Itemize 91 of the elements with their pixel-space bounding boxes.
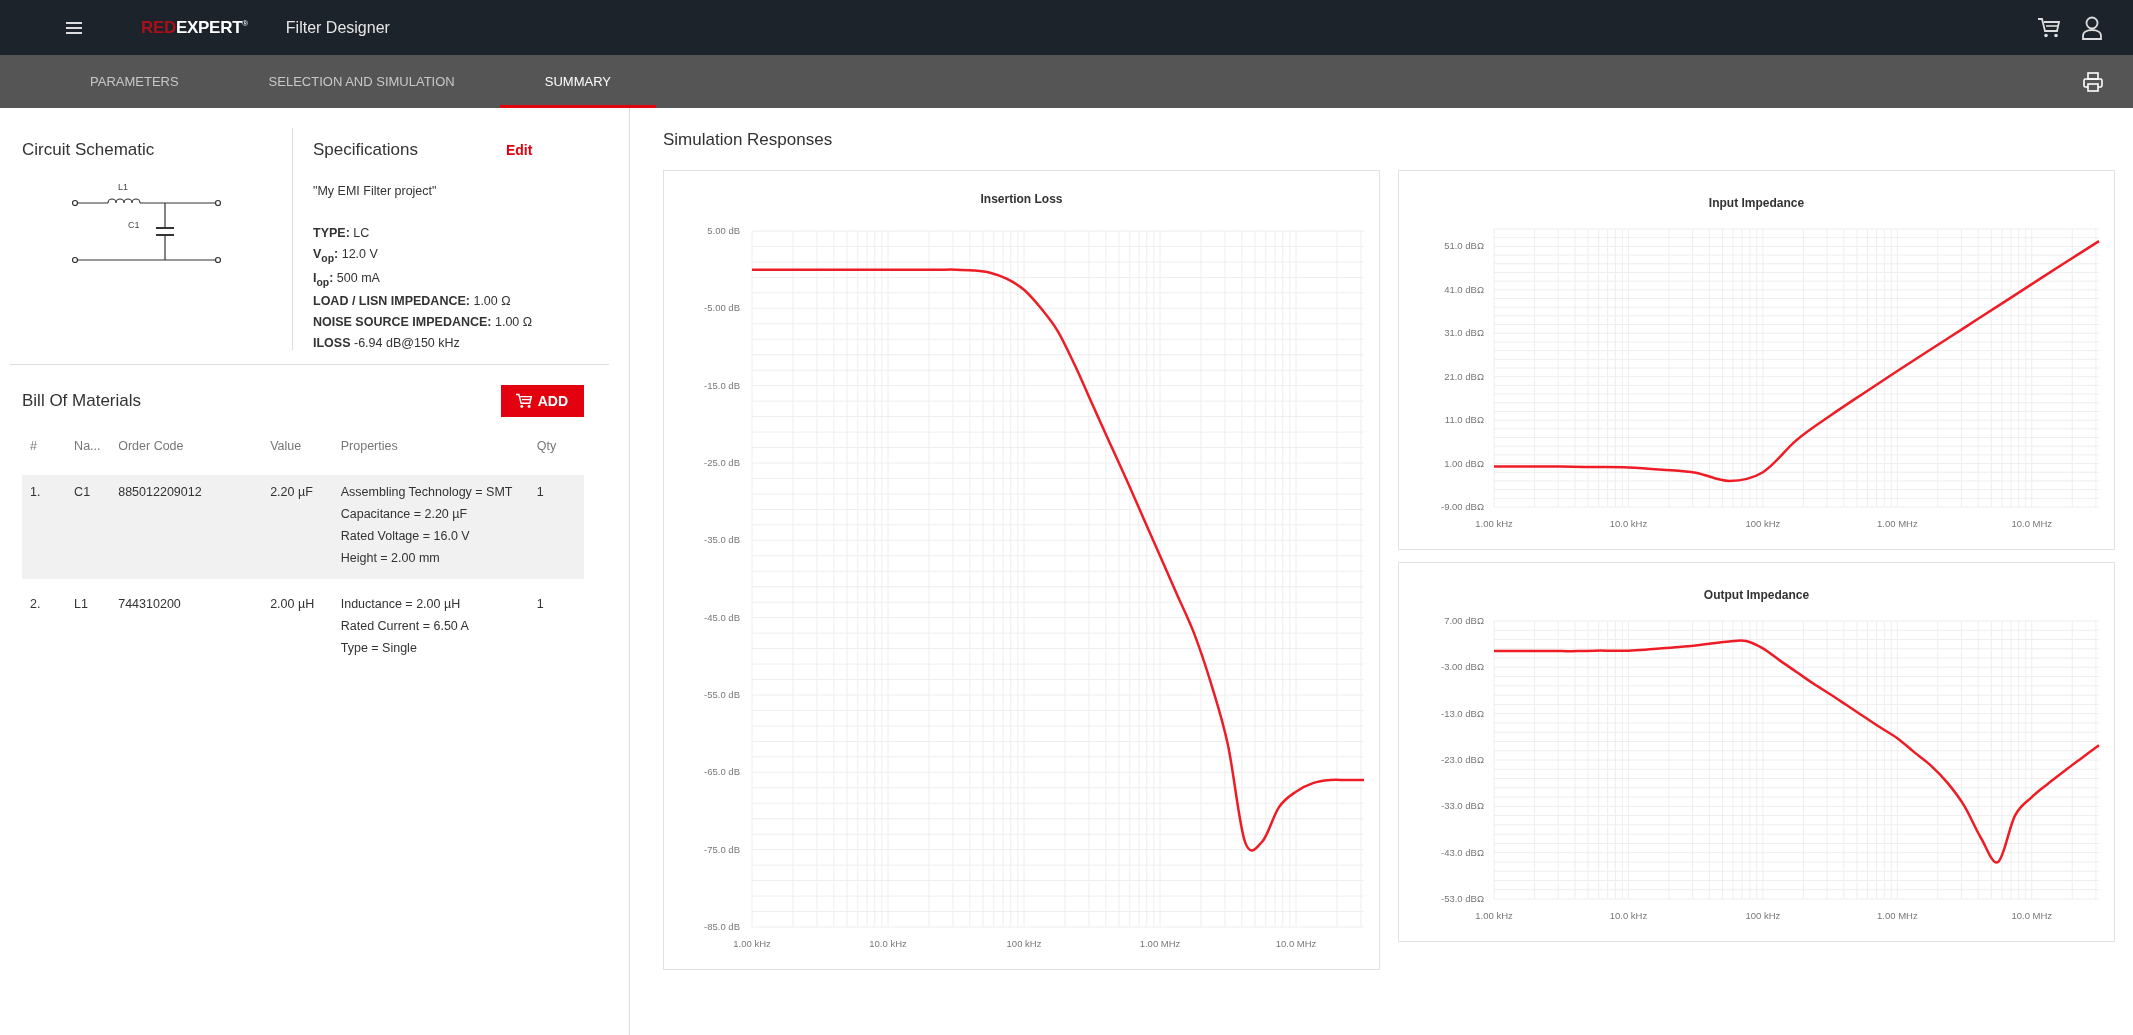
column-header: Properties	[340, 439, 399, 453]
tick-label: 7.00 dBΩ	[1444, 615, 1484, 626]
tick-label: 11.0 dBΩ	[1444, 414, 1484, 426]
chart-title: Output Impedance	[1703, 588, 1810, 602]
tick-label: 5.00 dB	[707, 225, 740, 236]
spec-line: LOAD / LISN IMPEDANCE: 1.00 Ω	[313, 294, 512, 308]
tick-label: -15.0 dB	[704, 379, 740, 391]
table-cell-text: 1	[536, 597, 545, 613]
tab[interactable]: PARAMETERS	[45, 55, 224, 108]
user-icon[interactable]	[2081, 15, 2103, 40]
logo: REDEXPERT$^{®}$	[141, 17, 248, 38]
tick-label: 100 kHz	[1006, 938, 1042, 949]
tick-label: -55.0 dB	[704, 689, 740, 700]
tick-label: -33.0 dBΩ	[1441, 800, 1484, 812]
tick-label: 10.0 kHz	[1609, 518, 1648, 529]
tick-label: 10.0 MHz	[2011, 518, 2053, 529]
tick-label: 31.0 dBΩ	[1444, 327, 1484, 339]
spec-line: TYPE: LC	[313, 226, 371, 240]
component-label: L1	[118, 182, 128, 192]
tick-label: -65.0 dB	[704, 766, 740, 778]
table-cell-text: 2.	[30, 597, 42, 613]
tick-label: -9.00 dBΩ	[1441, 501, 1484, 512]
section-title: Bill Of Materials	[22, 391, 142, 411]
tick-label: -85.0 dB	[704, 921, 740, 932]
component-label: C1	[128, 220, 140, 230]
tick-label: -13.0 dBΩ	[1441, 707, 1484, 719]
tick-label: -53.0 dBΩ	[1441, 893, 1484, 904]
tick-label: 100 kHz	[1745, 518, 1781, 529]
tick-label: -75.0 dB	[704, 843, 740, 855]
spec-line: I$_{op}$: 500 mA	[313, 270, 381, 287]
section-title: Circuit Schematic	[22, 140, 156, 160]
tick-label: -43.0 dBΩ	[1441, 846, 1484, 858]
tick-label: 1.00 MHz	[1877, 910, 1918, 921]
tick-label: 10.0 MHz	[1275, 938, 1317, 949]
property-line: Rated Voltage = 16.0 V	[340, 529, 471, 543]
property-line: Inductance = 2.00 µH	[340, 597, 462, 611]
tick-label: 1.00 MHz	[1139, 938, 1181, 949]
tick-label: 1.00 dBΩ	[1444, 457, 1484, 469]
tick-label: 100 kHz	[1745, 910, 1781, 921]
chart-title: Insertion Loss	[980, 192, 1063, 206]
project-name: "My EMI Filter project"	[313, 184, 438, 198]
column-header: #	[30, 439, 38, 453]
column-header: Order Code	[118, 439, 185, 453]
table-cell-text: 1	[536, 485, 545, 501]
cart-icon[interactable]	[2037, 16, 2061, 39]
tick-label: 10.0 kHz	[869, 938, 907, 949]
tick-label: 10.0 MHz	[2011, 910, 2053, 921]
app-title: Filter Designer	[285, 18, 390, 37]
table-cell-text: C1	[74, 485, 92, 501]
column-header: Value	[270, 439, 303, 453]
add-button[interactable]: ADD	[500, 385, 584, 417]
table-cell-text: 1.	[30, 485, 42, 501]
tick-label: 1.00 kHz	[1475, 910, 1513, 921]
table-cell-text: 2.20 µF	[270, 485, 314, 501]
property-line: Capacitance = 2.20 µF	[340, 507, 469, 521]
property-line: Height = 2.00 mm	[340, 551, 441, 565]
tick-label: 1.00 kHz	[1475, 518, 1513, 529]
tick-label: 51.0 dBΩ	[1444, 240, 1484, 252]
tick-label: 10.0 kHz	[1609, 910, 1648, 921]
table-cell-text: L1	[74, 597, 89, 613]
tick-label: 1.00 kHz	[733, 938, 771, 949]
section-title: Simulation Responses	[663, 130, 834, 150]
tick-label: 41.0 dBΩ	[1444, 283, 1484, 295]
tick-label: -45.0 dB	[704, 611, 740, 623]
spec-line: V$_{op}$: 12.0 V	[313, 247, 379, 264]
table-cell-text: 2.00 µH	[270, 597, 316, 613]
chart-title: Input Impedance	[1708, 196, 1805, 210]
column-header: Qty	[536, 439, 558, 453]
tick-label: -35.0 dB	[704, 534, 740, 546]
tick-label: 21.0 dBΩ	[1444, 370, 1484, 382]
edit-link[interactable]: Edit	[505, 142, 533, 158]
tick-label: -3.00 dBΩ	[1441, 661, 1484, 673]
table-cell-text: 744310200	[118, 597, 182, 613]
column-header: Na...	[74, 439, 102, 453]
property-line: Assembling Technology = SMT	[340, 485, 514, 499]
table-row[interactable]: 1. C1 885012209012 2.20 µF Assembling Technology = SMT Capacitance = 2.20 µF Rated Voltage = 16.0 V Height = 2.00 mm 1	[22, 475, 584, 579]
print-icon[interactable]	[2083, 71, 2103, 92]
tab[interactable]: SUMMARY	[499, 55, 656, 108]
property-line: Type = Single	[340, 641, 418, 655]
table-row[interactable]: 2. L1 744310200 2.00 µH Inductance = 2.00 µH Rated Current = 6.50 A Type = Single 1	[22, 587, 584, 669]
section-title: Specifications	[313, 140, 418, 160]
spec-line: ILOSS -6.94 dB@150 kHz	[313, 336, 461, 350]
tick-label: -25.0 dB	[704, 457, 740, 468]
tab[interactable]: SELECTION AND SIMULATION	[223, 55, 500, 108]
tick-label: -5.00 dB	[704, 302, 740, 314]
spec-line: NOISE SOURCE IMPEDANCE: 1.00 Ω	[313, 315, 534, 329]
tick-label: 1.00 MHz	[1877, 518, 1918, 529]
tick-label: -23.0 dBΩ	[1441, 754, 1484, 765]
property-line: Rated Current = 6.50 A	[340, 619, 470, 633]
cart-icon	[514, 393, 533, 409]
table-cell-text: 885012209012	[118, 485, 203, 501]
